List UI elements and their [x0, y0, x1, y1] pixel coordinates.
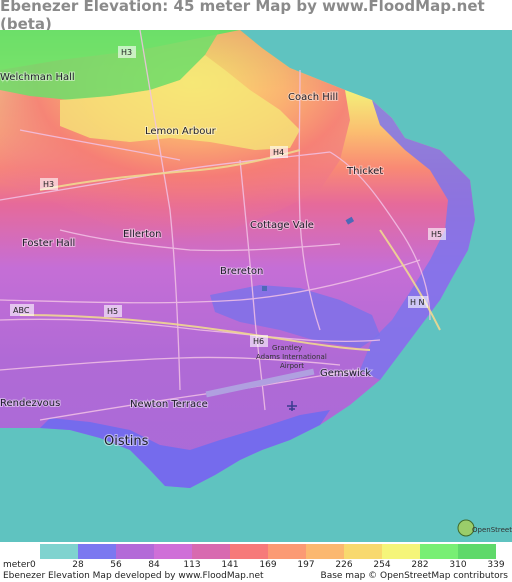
legend-swatch: [116, 544, 154, 559]
legend-swatch: [40, 544, 78, 559]
legend-tick-label: 254: [373, 560, 391, 570]
legend-swatch: [420, 544, 458, 559]
legend-tick-label: 282: [411, 560, 429, 570]
pond: [262, 286, 267, 291]
road-label-h6: H6: [253, 337, 264, 346]
place-brereton: Brereton: [220, 266, 263, 277]
legend-tick-label: 141: [221, 560, 239, 570]
title-bar: Ebenezer Elevation: 45 meter Map by www.…: [0, 0, 512, 33]
legend-tick-label: 310: [449, 560, 467, 570]
place-thicket: Thicket: [346, 166, 383, 177]
credit-left: Ebenezer Elevation Map developed by www.…: [3, 571, 264, 581]
place-cottage-vale: Cottage Vale: [250, 220, 314, 231]
elevation-map[interactable]: H3 H4 H3 H5 H N ABC H5 H6 Welchman Hall …: [0, 29, 512, 542]
place-oistins: Oistins: [104, 434, 149, 449]
osm-logo-text: OpenStreetMap: [472, 526, 512, 534]
place-coach-hill: Coach Hill: [288, 92, 338, 103]
legend-tick-label: 113: [183, 560, 201, 570]
place-welchman-hall: Welchman Hall: [0, 72, 75, 83]
legend-tick-label: 169: [259, 560, 277, 570]
legend-tick-label: 0: [30, 560, 36, 570]
legend-swatch: [154, 544, 192, 559]
legend-tick-label: 56: [110, 560, 122, 570]
place-gemswick: Gemswick: [320, 368, 371, 379]
legend-tick-label: 197: [297, 560, 315, 570]
airport-label-line-2: Adams International: [256, 353, 327, 361]
road-label-h3-top: H3: [121, 48, 132, 57]
road-label-h4: H4: [273, 148, 284, 157]
road-label-abc: ABC: [13, 306, 30, 315]
airport-label-line-1: Grantley: [272, 344, 302, 352]
map-canvas: H3 H4 H3 H5 H N ABC H5 H6 Welchman Hall …: [0, 29, 512, 542]
legend-tick-label: 339: [487, 560, 505, 570]
legend-tick-label: 28: [72, 560, 84, 570]
place-newton-terrace: Newton Terrace: [130, 399, 208, 410]
road-label-h5-right: H5: [431, 230, 442, 239]
airport-label-line-3: Airport: [280, 362, 304, 370]
place-lemon-arbour: Lemon Arbour: [145, 126, 217, 137]
legend-swatch: [458, 544, 496, 559]
legend-swatch: [306, 544, 344, 559]
place-ellerton: Ellerton: [123, 229, 162, 240]
legend-swatch: [230, 544, 268, 559]
place-rendezvous: Rendezvous: [0, 398, 60, 409]
legend-swatch: [382, 544, 420, 559]
legend-swatch: [268, 544, 306, 559]
credit-right: Base map © OpenStreetMap contributors: [320, 571, 508, 581]
legend-unit: meter: [3, 560, 31, 570]
road-label-h5-left: H5: [107, 307, 118, 316]
legend-swatch: [344, 544, 382, 559]
legend-swatch: [192, 544, 230, 559]
road-label-h3-left: H3: [43, 180, 54, 189]
page-title: Ebenezer Elevation: 45 meter Map by www.…: [0, 0, 485, 33]
legend-tick-label: 226: [335, 560, 353, 570]
road-label-hn: H N: [410, 298, 425, 307]
legend-tick-label: 84: [148, 560, 160, 570]
legend-swatch: [78, 544, 116, 559]
legend: meter 0 28 56 84 113 141 169 197 226 254 282 310 339…: [0, 542, 512, 582]
place-foster-hall: Foster Hall: [22, 238, 75, 249]
